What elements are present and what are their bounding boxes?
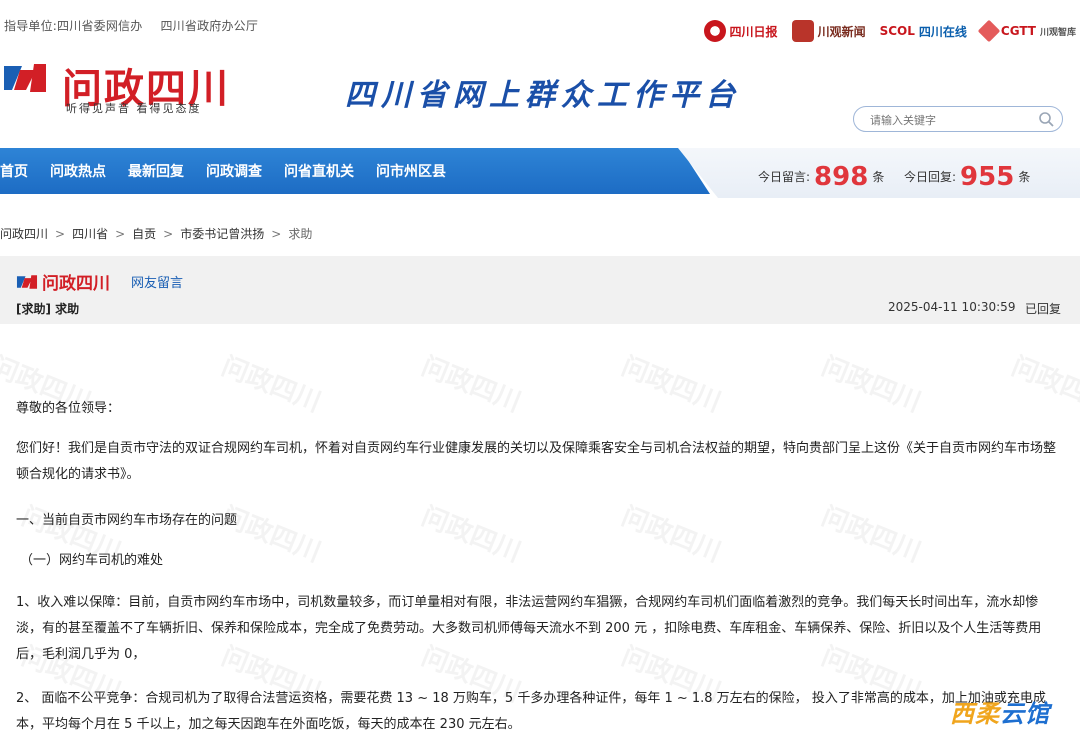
guidance-unit-1: 指导单位:四川省委网信办 [4,19,143,33]
top-strip: 指导单位:四川省委网信办 四川省政府办公厅 四川日报 川观新闻 SCOL 四川在… [0,0,1080,52]
partner-logos: 四川日报 川观新闻 SCOL 四川在线 CGTT 川观智库 [703,19,1076,43]
partner-cgtt[interactable]: CGTT 川观智库 [977,19,1076,43]
message-body: 问政四川 问政四川 问政四川 问政四川 问政四川 问政四川 问政四川 问政四川 … [0,324,1080,736]
breadcrumb-separator: > [55,226,66,241]
partner-sichuan-daily[interactable]: 四川日报 [703,20,778,42]
breadcrumb: 问政四川 > 四川省 > 自贡 > 市委书记曾洪扬 > 求助 [0,225,312,242]
message-title: [求助] 求助 [16,302,80,316]
main-nav: 首页 问政热点 最新回复 问政调查 问省直机关 问市州区县 今日留言: 898 条 … [0,148,1080,198]
today-messages: 今日留言: 898 条 [758,162,885,192]
message-status: 已回复 [1025,302,1062,316]
today-messages-count: 898 [814,162,869,192]
message-source-logo: 问政四川 [16,269,110,294]
search-icon[interactable] [1038,111,1054,127]
partner-scol[interactable]: SCOL 四川在线 [880,23,967,40]
breadcrumb-current: 求助 [288,227,313,241]
breadcrumb-item[interactable]: 问政四川 [0,225,48,242]
corner-watermark-badge: 西柔云馆 [950,700,1050,728]
breadcrumb-separator: > [163,226,174,241]
nav-item-survey[interactable]: 问政调查 [206,161,262,181]
point-2-paragraph: 2、 面临不公平竞争：合规司机为了取得合法营运资格，需要花费 13 ~ 18 万… [16,691,1046,732]
partner-chuanguan-news[interactable]: 川观新闻 [791,20,866,42]
point-1-paragraph: 1、收入难以保障：目前，自贡市网约车市场中，司机数量较多，而订单量相对有限，非法… [16,595,1042,662]
guidance-unit-2: 四川省政府办公厅 [160,19,259,33]
nav-item-hot[interactable]: 问政热点 [50,161,106,181]
chuanguan-logo-icon [791,20,814,42]
sichuan-daily-logo-icon [703,20,726,42]
intro-paragraph: 您们好！我们是自贡市守法的双证合规网约车司机，怀着对自贡网约车行业健康发展的关切… [16,441,1057,482]
breadcrumb-separator: > [271,226,282,241]
brand-mark-icon [16,274,38,289]
nav-item-home[interactable]: 首页 [0,161,28,181]
salutation: 尊敬的各位领导： [16,401,121,416]
nav-item-provincial-agencies[interactable]: 问省直机关 [284,161,354,181]
brand-mark-icon [4,64,46,92]
nav-item-cities-counties[interactable]: 问市州区县 [376,161,446,181]
brand-slogan: 听得见声音 看得见态度 [66,102,202,115]
today-replies-count: 955 [960,162,1015,192]
guidance-units: 指导单位:四川省委网信办 四川省政府办公厅 [4,17,272,34]
search-box[interactable] [853,106,1063,132]
section-heading: 一、当前自贡市网约车市场存在的问题 [16,513,238,528]
nav-item-latest-reply[interactable]: 最新回复 [128,161,184,181]
message-logo-text: 问政四川 [42,274,110,294]
daily-stats: 今日留言: 898 条 今日回复: 955 条 [678,148,1080,198]
nav-items: 首页 问政热点 最新回复 问政调查 问省直机关 问市州区县 [0,148,468,194]
cgtt-logo-icon [977,19,1001,43]
breadcrumb-item[interactable]: 自贡 [132,225,156,242]
site-logo[interactable]: 问政四川 听得见声音 看得见态度 [0,56,260,118]
today-replies: 今日回复: 955 条 [904,162,1031,192]
platform-title: 四川省网上群众工作平台 [345,78,741,113]
search-input[interactable] [868,110,1032,130]
breadcrumb-separator: > [115,226,126,241]
message-date: 2025-04-11 10:30:59 [888,300,1016,314]
message-type: 网友留言 [131,276,184,291]
breadcrumb-item[interactable]: 四川省 [72,225,108,242]
subsection-heading: （一）网约车司机的难处 [20,553,164,568]
breadcrumb-item[interactable]: 市委书记曾洪扬 [180,225,264,242]
message-header: 问政四川 网友留言 [求助] 求助 2025-04-11 10:30:59 已回… [0,256,1080,324]
